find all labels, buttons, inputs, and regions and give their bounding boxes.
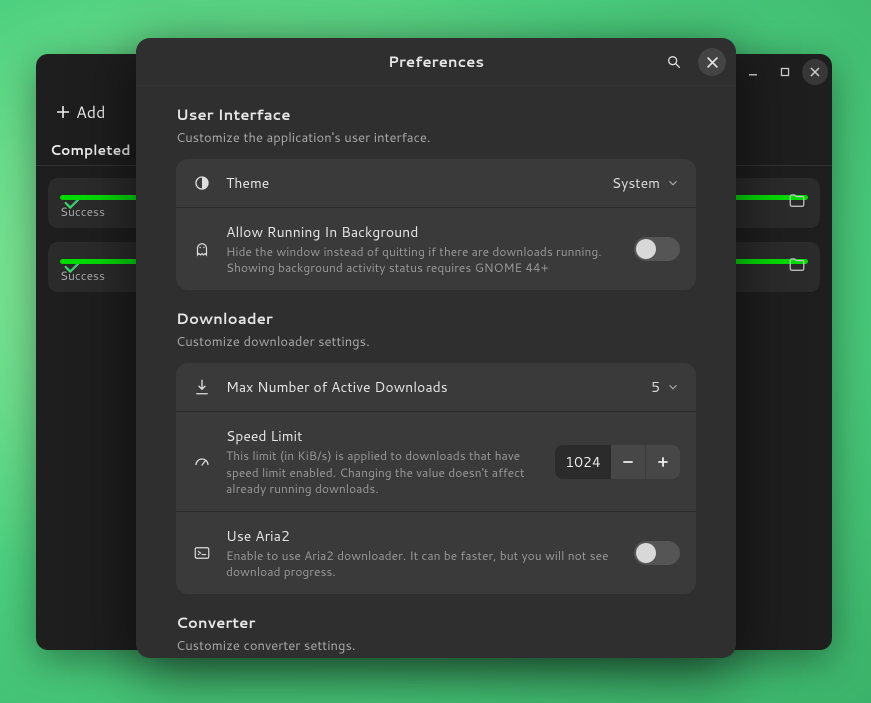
- row-max-active[interactable]: Max Number of Active Downloads 5: [176, 363, 696, 411]
- close-dialog-button[interactable]: [698, 48, 726, 76]
- add-button-label: Add: [76, 101, 105, 124]
- group-downloader: Max Number of Active Downloads 5 Speed L…: [176, 363, 696, 594]
- add-button[interactable]: Add: [46, 95, 115, 130]
- group-ui: Theme System Allow Running In Background…: [176, 159, 696, 290]
- terminal-icon: [192, 544, 212, 562]
- row-background: Allow Running In Background Hide the win…: [176, 207, 696, 290]
- max-active-value: 5: [651, 377, 660, 397]
- section-sub-converter: Customize converter settings.: [176, 637, 696, 655]
- section-heading-downloader: Downloader: [176, 308, 696, 329]
- item-status: Success: [60, 203, 105, 220]
- speed-limit-decrement[interactable]: [611, 445, 645, 479]
- aria2-toggle[interactable]: [634, 541, 680, 565]
- folder-icon[interactable]: [788, 192, 806, 210]
- minimize-button[interactable]: [738, 57, 768, 87]
- theme-label: Theme: [226, 173, 598, 193]
- search-button[interactable]: [660, 48, 688, 76]
- max-active-label: Max Number of Active Downloads: [226, 377, 637, 397]
- row-aria2: Use Aria2 Enable to use Aria2 downloader…: [176, 511, 696, 594]
- speed-limit-input[interactable]: [555, 445, 611, 479]
- dialog-header: Preferences: [136, 38, 736, 86]
- plus-icon: [56, 105, 70, 119]
- chevron-down-icon: [666, 380, 680, 394]
- item-status: Success: [60, 267, 105, 284]
- folder-icon[interactable]: [788, 256, 806, 274]
- close-icon: [707, 57, 718, 68]
- ghost-icon: [192, 240, 212, 258]
- speed-limit-desc: This limit (in KiB/s) is applied to down…: [226, 448, 541, 497]
- chevron-down-icon: [666, 176, 680, 190]
- dialog-title: Preferences: [388, 51, 484, 72]
- theme-value: System: [612, 173, 660, 193]
- maximize-button[interactable]: [770, 57, 800, 87]
- section-sub-ui: Customize the application's user interfa…: [176, 129, 696, 147]
- speed-limit-increment[interactable]: [646, 445, 680, 479]
- speedometer-icon: [192, 453, 212, 471]
- close-window-button[interactable]: [802, 59, 828, 85]
- row-theme[interactable]: Theme System: [176, 159, 696, 207]
- background-toggle[interactable]: [634, 237, 680, 261]
- background-label: Allow Running In Background: [226, 222, 620, 242]
- theme-icon: [192, 174, 212, 192]
- tab-completed[interactable]: Completed: [50, 140, 131, 160]
- speed-limit-stepper: [555, 445, 680, 479]
- search-icon: [666, 54, 682, 70]
- aria2-label: Use Aria2: [226, 526, 620, 546]
- preferences-dialog: Preferences User Interface Customize the…: [136, 38, 736, 658]
- speed-limit-label: Speed Limit: [226, 426, 541, 446]
- section-heading-converter: Converter: [176, 612, 696, 633]
- section-sub-downloader: Customize downloader settings.: [176, 333, 696, 351]
- download-icon: [192, 378, 212, 396]
- row-speed-limit: Speed Limit This limit (in KiB/s) is app…: [176, 411, 696, 511]
- section-heading-ui: User Interface: [176, 104, 696, 125]
- background-desc: Hide the window instead of quitting if t…: [226, 244, 620, 276]
- aria2-desc: Enable to use Aria2 downloader. It can b…: [226, 548, 620, 580]
